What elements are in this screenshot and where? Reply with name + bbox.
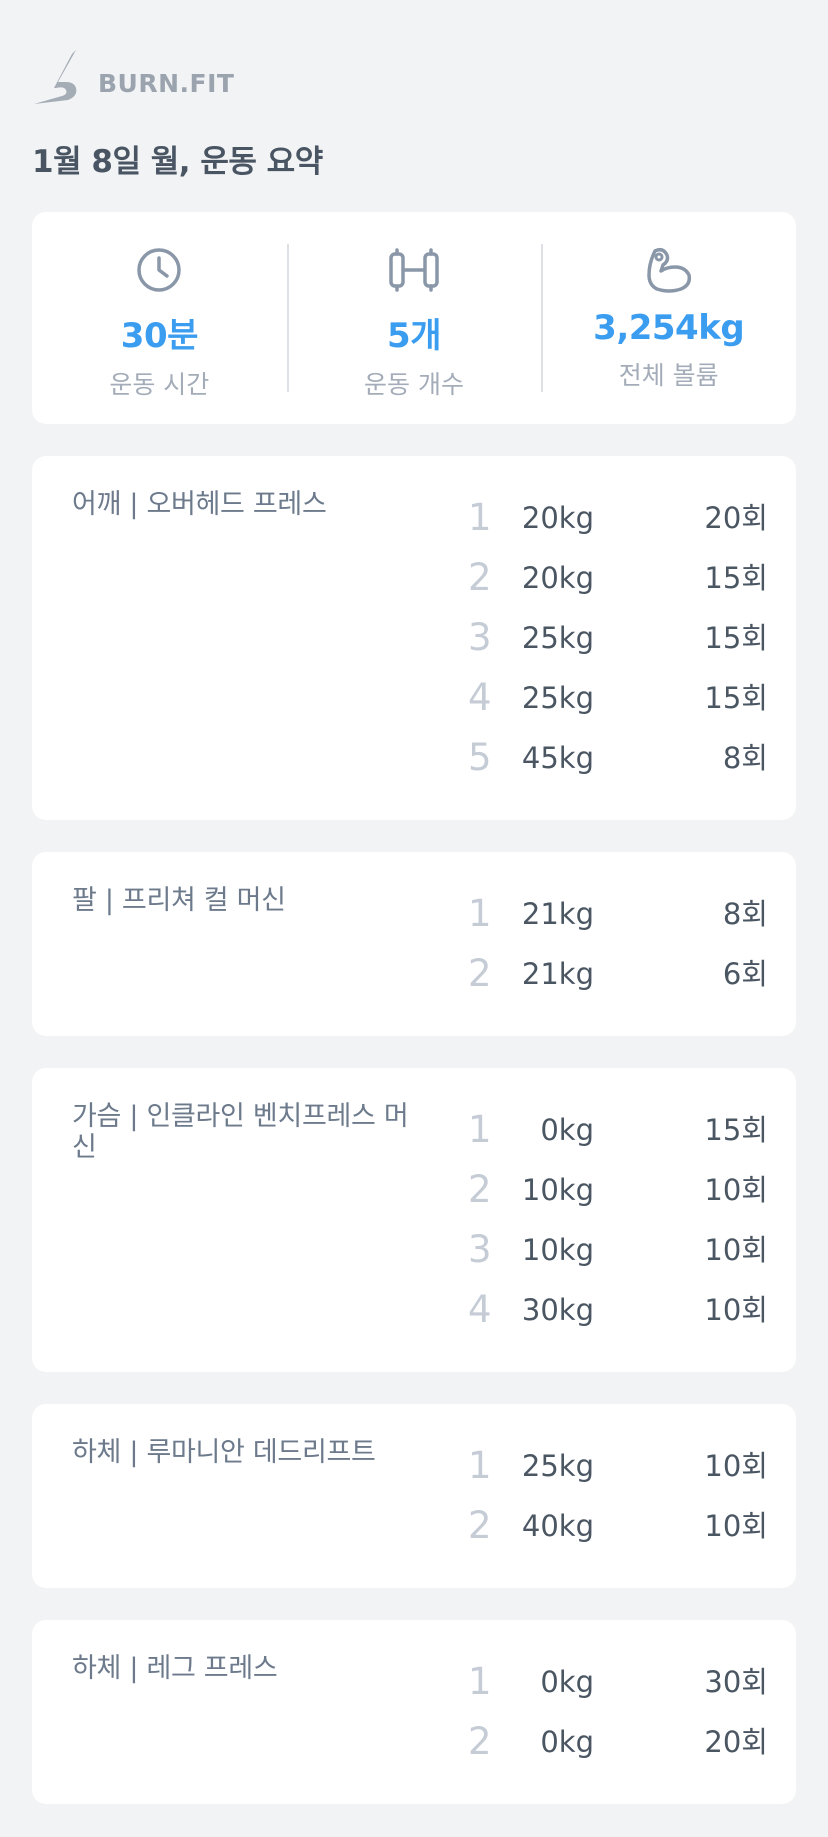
set-weight: 45kg — [521, 741, 594, 775]
set-weight: 40kg — [521, 1509, 594, 1543]
set-weight: 20kg — [521, 561, 594, 595]
set-reps: 15회 — [704, 681, 768, 715]
stat-volume-label: 전체 볼륨 — [618, 361, 719, 390]
set-number: 3 — [468, 616, 492, 659]
set-number: 4 — [468, 676, 492, 719]
stat-time-value: 30분 — [120, 316, 199, 356]
set-row: 5 45kg 8회 — [428, 736, 768, 796]
set-reps: 30회 — [704, 1665, 768, 1699]
set-weight: 21kg — [521, 957, 594, 991]
set-list: 1 20kg 20회 2 20kg 15회 3 25kg 15회 4 25kg … — [428, 496, 768, 796]
set-number: 1 — [468, 892, 492, 935]
set-weight: 25kg — [521, 1449, 594, 1483]
set-row: 3 10kg 10회 — [428, 1228, 768, 1288]
set-reps: 10회 — [704, 1449, 768, 1483]
set-row: 2 21kg 6회 — [428, 952, 768, 1012]
set-row: 1 20kg 20회 — [428, 496, 768, 556]
stat-total-volume: 3,254kg 전체 볼륨 — [541, 212, 796, 424]
set-row: 1 21kg 8회 — [428, 892, 768, 952]
set-weight: 0kg — [540, 1665, 594, 1699]
set-number: 2 — [468, 1720, 492, 1763]
set-reps: 15회 — [704, 621, 768, 655]
exercise-name: 어깨 | 오버헤드 프레스 — [72, 489, 327, 520]
workout-summary-page: BURN.FIT 1월 8일 월, 운동 요약 30분 운동 시간 5개 운동 … — [0, 0, 828, 1837]
set-number: 1 — [468, 496, 492, 539]
stat-volume-value: 3,254kg — [593, 308, 745, 348]
set-number: 2 — [468, 556, 492, 599]
set-weight: 25kg — [521, 681, 594, 715]
exercise-name: 하체 | 루마니안 데드리프트 — [72, 1437, 376, 1468]
set-reps: 10회 — [704, 1509, 768, 1543]
set-row: 2 40kg 10회 — [428, 1504, 768, 1564]
stat-time-label: 운동 시간 — [109, 370, 210, 399]
set-row: 2 10kg 10회 — [428, 1168, 768, 1228]
clock-icon — [135, 244, 183, 296]
set-number: 1 — [468, 1444, 492, 1487]
stat-count-value: 5개 — [387, 316, 441, 356]
set-reps: 15회 — [704, 1113, 768, 1147]
set-weight: 30kg — [521, 1293, 594, 1327]
set-weight: 20kg — [521, 501, 594, 535]
set-reps: 10회 — [704, 1173, 768, 1207]
stat-workout-time: 30분 운동 시간 — [32, 212, 287, 424]
set-row: 2 20kg 15회 — [428, 556, 768, 616]
exercise-name: 하체 | 레그 프레스 — [72, 1653, 278, 1684]
exercise-card[interactable]: 하체 | 레그 프레스 1 0kg 30회 2 0kg 20회 — [32, 1620, 796, 1804]
set-reps: 8회 — [722, 897, 768, 931]
page-title: 1월 8일 월, 운동 요약 — [32, 144, 323, 180]
set-weight: 21kg — [521, 897, 594, 931]
set-row: 4 25kg 15회 — [428, 676, 768, 736]
flexed-arm-icon — [645, 244, 693, 296]
set-list: 1 25kg 10회 2 40kg 10회 — [428, 1444, 768, 1564]
set-reps: 20회 — [704, 1725, 768, 1759]
set-row: 3 25kg 15회 — [428, 616, 768, 676]
set-row: 4 30kg 10회 — [428, 1288, 768, 1348]
set-number: 3 — [468, 1228, 492, 1271]
exercise-card[interactable]: 하체 | 루마니안 데드리프트 1 25kg 10회 2 40kg 10회 — [32, 1404, 796, 1588]
set-list: 1 0kg 15회 2 10kg 10회 3 10kg 10회 4 30kg 1… — [428, 1108, 768, 1348]
set-weight: 10kg — [521, 1173, 594, 1207]
set-number: 4 — [468, 1288, 492, 1331]
set-row: 1 0kg 15회 — [428, 1108, 768, 1168]
set-number: 2 — [468, 1504, 492, 1547]
exercise-name: 가슴 | 인클라인 벤치프레스 머신 — [72, 1101, 409, 1163]
set-row: 2 0kg 20회 — [428, 1720, 768, 1780]
set-row: 1 0kg 30회 — [428, 1660, 768, 1720]
exercise-card[interactable]: 어깨 | 오버헤드 프레스 1 20kg 20회 2 20kg 15회 3 25… — [32, 456, 796, 820]
set-weight: 10kg — [521, 1233, 594, 1267]
set-reps: 20회 — [704, 501, 768, 535]
set-number: 2 — [468, 952, 492, 995]
set-reps: 6회 — [722, 957, 768, 991]
stat-exercise-count: 5개 운동 개수 — [286, 212, 542, 424]
set-row: 1 25kg 10회 — [428, 1444, 768, 1504]
set-reps: 8회 — [722, 741, 768, 775]
burnfit-logo: BURN.FIT — [32, 46, 234, 108]
set-number: 2 — [468, 1168, 492, 1211]
exercise-card[interactable]: 가슴 | 인클라인 벤치프레스 머신 1 0kg 15회 2 10kg 10회 … — [32, 1068, 796, 1372]
exercise-name: 팔 | 프리쳐 컬 머신 — [72, 885, 286, 916]
dumbbell-icon — [389, 244, 439, 296]
burnfit-logo-mark-icon — [34, 50, 77, 104]
set-list: 1 21kg 8회 2 21kg 6회 — [428, 892, 768, 1012]
set-number: 1 — [468, 1660, 492, 1703]
logo-text: BURN.FIT — [98, 68, 235, 98]
summary-card: 30분 운동 시간 5개 운동 개수 3,254kg 전체 볼륨 — [32, 212, 796, 424]
stat-count-label: 운동 개수 — [364, 370, 464, 399]
set-weight: 0kg — [540, 1725, 594, 1759]
set-weight: 0kg — [540, 1113, 594, 1147]
exercise-card[interactable]: 팔 | 프리쳐 컬 머신 1 21kg 8회 2 21kg 6회 — [32, 852, 796, 1036]
set-weight: 25kg — [521, 621, 594, 655]
set-list: 1 0kg 30회 2 0kg 20회 — [428, 1660, 768, 1780]
set-number: 1 — [468, 1108, 492, 1151]
set-reps: 15회 — [704, 561, 768, 595]
set-number: 5 — [468, 736, 492, 779]
set-reps: 10회 — [704, 1233, 768, 1267]
set-reps: 10회 — [704, 1293, 768, 1327]
